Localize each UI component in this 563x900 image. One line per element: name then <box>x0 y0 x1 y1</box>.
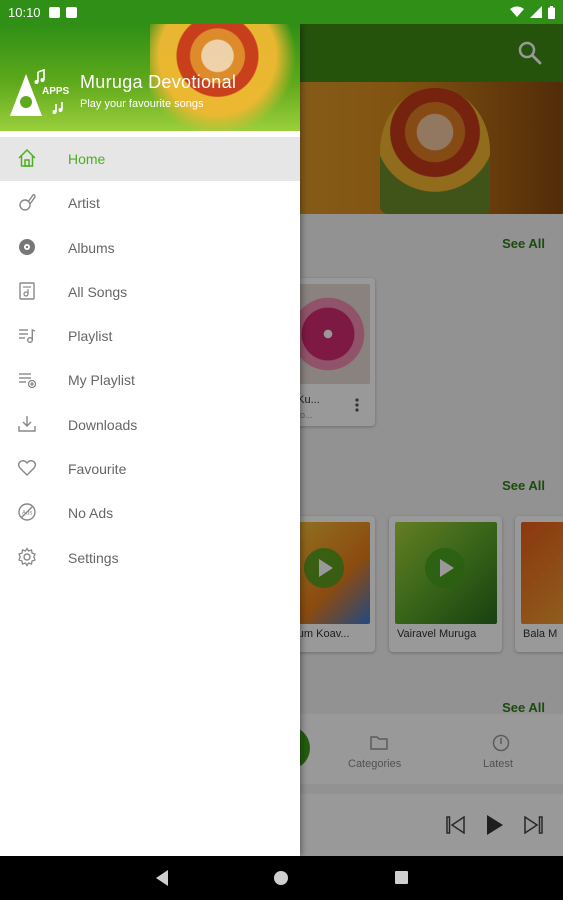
signal-icon <box>530 6 542 18</box>
download-icon <box>18 415 36 432</box>
artist-icon <box>19 194 36 211</box>
app-tagline: Play your favourite songs <box>80 98 204 110</box>
menu-item-home[interactable]: Home <box>0 137 300 182</box>
recent-apps-icon[interactable] <box>395 871 408 884</box>
notification-icon <box>48 6 60 18</box>
heart-icon <box>17 460 37 477</box>
back-icon[interactable] <box>156 870 168 886</box>
menu-item-downloads[interactable]: Downloads <box>0 403 300 447</box>
system-navigation-bar <box>0 856 563 900</box>
menu-item-artist[interactable]: Artist <box>0 181 300 225</box>
menu-label: No Ads <box>68 505 114 522</box>
menu-item-my-playlist[interactable]: My Playlist <box>0 358 300 402</box>
playlist-icon <box>19 329 36 344</box>
menu-item-no-ads[interactable]: Ads No Ads <box>0 491 300 535</box>
menu-label: My Playlist <box>68 372 135 389</box>
app-title: Muruga Devotional <box>80 72 237 92</box>
gear-icon <box>18 546 36 567</box>
all-songs-icon <box>19 282 35 300</box>
menu-item-albums[interactable]: Albums <box>0 226 300 270</box>
album-icon <box>19 238 35 255</box>
svg-text:Ads: Ads <box>22 511 32 517</box>
home-button-icon[interactable] <box>274 871 288 885</box>
no-ads-icon: Ads <box>18 503 36 522</box>
menu-label: Albums <box>68 239 115 256</box>
menu-item-settings[interactable]: Settings <box>0 536 300 580</box>
menu-item-playlist[interactable]: Playlist <box>0 314 300 358</box>
status-time: 10:10 <box>8 4 41 20</box>
wifi-icon <box>510 6 524 17</box>
status-bar: 10:10 <box>0 0 563 24</box>
drawer-header: APPS Muruga Devotional Play your favouri… <box>0 24 300 131</box>
home-icon <box>18 148 36 167</box>
menu-label: Downloads <box>68 416 138 433</box>
menu-label: Playlist <box>68 328 113 345</box>
menu-label: Favourite <box>68 461 127 478</box>
navigation-drawer: APPS Muruga Devotional Play your favouri… <box>0 24 300 856</box>
battery-icon <box>548 5 555 19</box>
my-playlist-icon <box>19 373 37 389</box>
menu-label: All Songs <box>68 283 128 300</box>
app-logo: APPS <box>10 68 70 116</box>
svg-text:APPS: APPS <box>42 86 70 97</box>
menu-label: Home <box>68 151 106 167</box>
drawer-menu: Home Artist Albums All Songs Playlist My… <box>0 137 300 580</box>
menu-label: Settings <box>68 549 119 566</box>
menu-item-favourite[interactable]: Favourite <box>0 447 300 491</box>
sd-card-icon <box>65 6 77 18</box>
menu-label: Artist <box>68 195 100 212</box>
menu-item-all-songs[interactable]: All Songs <box>0 270 300 314</box>
